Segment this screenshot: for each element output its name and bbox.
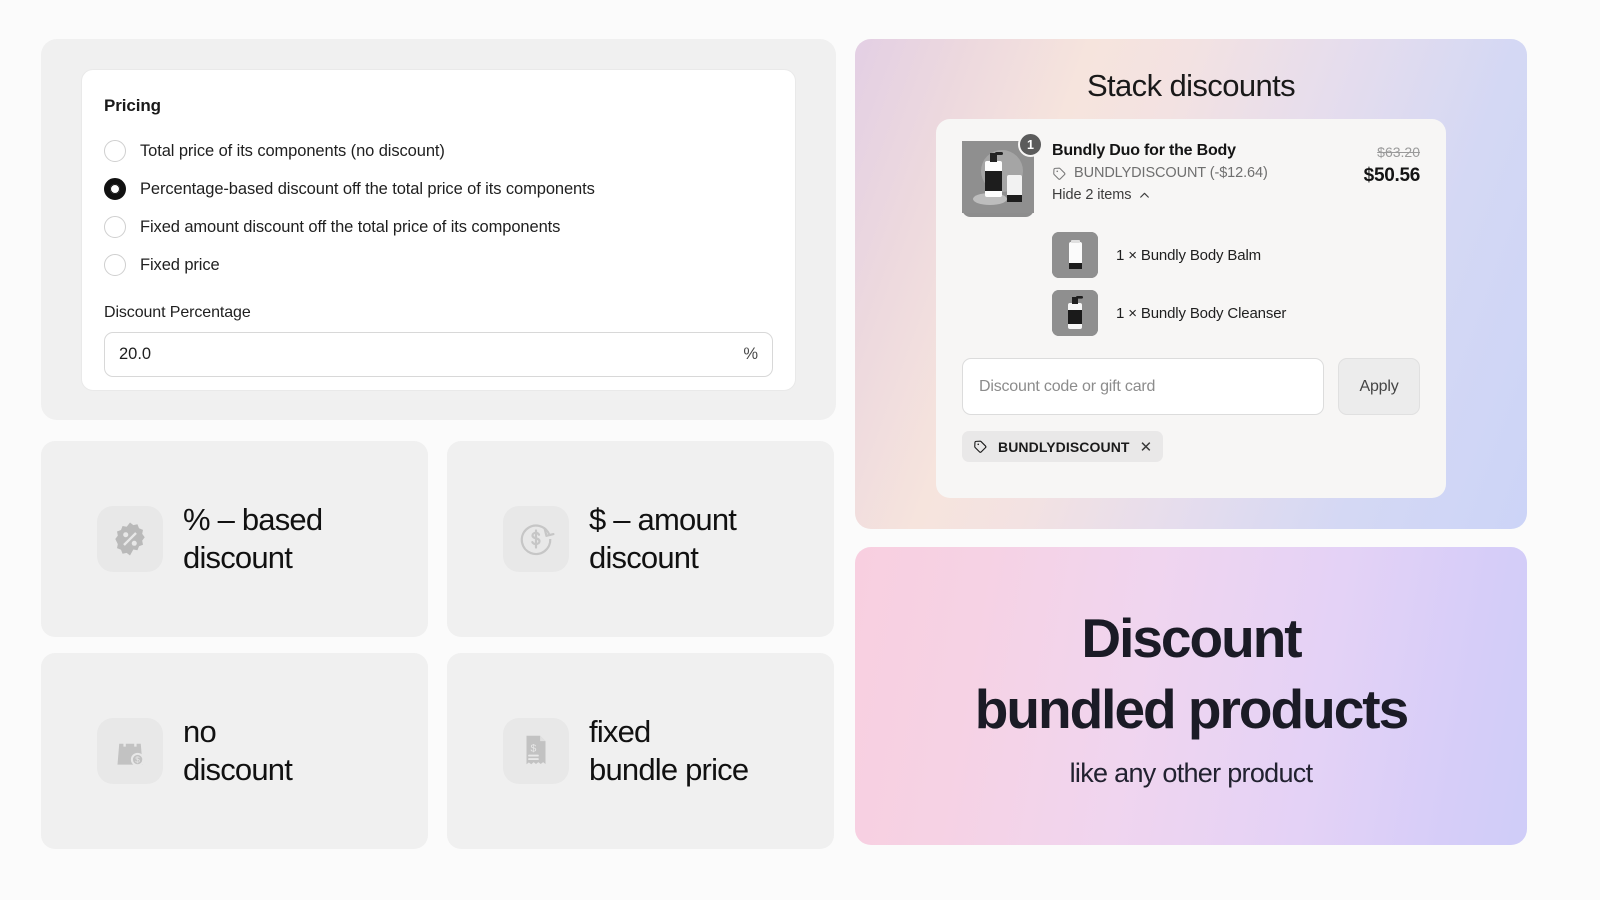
cart-item-info: Bundly Duo for the Body BUNDLYDISCOUNT (… [1052,141,1364,203]
radio-icon-fixed-amount-discount[interactable] [104,216,126,238]
price-discounted: $50.56 [1363,165,1421,186]
percent-suffix: % [743,345,758,363]
shopping-bag-dollar-icon: $ [97,718,163,784]
radio-icon-fixed-price[interactable] [104,254,126,276]
remove-discount-icon[interactable]: ✕ [1140,438,1153,456]
feature-card-amount-discount[interactable]: $ – amount discount [447,441,834,637]
percent-badge-icon [97,506,163,572]
applied-discount-chip-label: BUNDLYDISCOUNT [998,438,1130,455]
sub-item-body-balm: 1 × Bundly Body Balm [1052,232,1420,278]
hide-items-label: Hide 2 items [1052,187,1132,203]
sub-item-body-cleanser: 1 × Bundly Body Cleanser [1052,290,1420,336]
cart-product-name: Bundly Duo for the Body [1052,142,1236,159]
cart-discount-code-row: BUNDLYDISCOUNT (-$12.64) [1052,165,1364,181]
chevron-up-icon [1140,192,1150,198]
radio-label-fixed-amount-discount: Fixed amount discount off the total pric… [140,217,561,236]
screen-root: Pricing Total price of its components (n… [0,0,1600,900]
promo-panel: Discount bundled products like any other… [855,547,1527,845]
radio-option-fixed-price[interactable]: Fixed price [104,246,773,284]
discount-code-input[interactable]: Discount code or gift card [962,358,1324,415]
pricing-card: Pricing Total price of its components (n… [81,69,796,391]
stack-discounts-panel: Stack discounts 1 Bundly Duo for the Bod… [855,39,1527,529]
discount-code-row: Discount code or gift card Apply [962,358,1420,415]
cart-line-item: 1 Bundly Duo for the Body BUNDLYDISCOUNT… [962,132,1421,218]
cart-price-group: $63.20 $50.56 [1363,141,1421,187]
radio-option-fixed-amount-discount[interactable]: Fixed amount discount off the total pric… [104,208,773,246]
sub-item-label-body-cleanser: 1 × Bundly Body Cleanser [1116,304,1287,322]
promo-subheading: like any other product [1069,757,1313,788]
feature-card-percent-based-discount[interactable]: % – based discount [41,441,428,637]
product-thumbnail-wrap: 1 [962,132,1043,218]
promo-heading: Discount bundled products [974,607,1409,740]
discount-code-placeholder: Discount code or gift card [979,377,1156,395]
hide-items-toggle[interactable]: Hide 2 items [1052,187,1364,203]
svg-text:$: $ [531,744,537,755]
receipt-dollar-icon: $ [503,718,569,784]
sub-item-label-body-balm: 1 × Bundly Body Balm [1116,246,1262,264]
discount-percentage-label: Discount Percentage [104,304,251,321]
radio-label-total-price: Total price of its components (no discou… [140,141,445,160]
radio-icon-percentage-discount-selected[interactable] [104,178,126,200]
stack-discounts-title: Stack discounts [1086,68,1296,103]
svg-text:$: $ [135,755,140,764]
discount-percentage-value: 20.0 [119,345,152,363]
radio-option-total-price[interactable]: Total price of its components (no discou… [104,132,773,170]
applied-discount-chip[interactable]: BUNDLYDISCOUNT ✕ [962,431,1164,462]
price-original: $63.20 [1377,144,1420,160]
cart-card: 1 Bundly Duo for the Body BUNDLYDISCOUNT… [936,119,1446,498]
feature-label-fixed-bundle-price: fixed bundle price [589,713,749,787]
tag-icon [1053,167,1066,180]
radio-option-percentage-discount[interactable]: Percentage-based discount off the total … [104,170,773,208]
feature-label-amount-discount: $ – amount discount [589,501,737,575]
thumbnail-body-cleanser [1052,290,1098,336]
radio-icon-total-price[interactable] [104,140,126,162]
discount-percentage-input[interactable]: 20.0 % [104,332,773,377]
quantity-badge: 1 [1018,132,1043,157]
feature-label-percent-based-discount: % – based discount [183,501,323,575]
feature-label-no-discount: no discount [183,713,293,787]
thumbnail-body-balm [1052,232,1098,278]
bundle-sub-items: 1 × Bundly Body Balm 1 × Bundly Body Cle… [1052,232,1420,336]
product-thumbnail-bundly-duo [962,141,1034,217]
feature-card-no-discount[interactable]: $ no discount [41,653,428,849]
dollar-refresh-icon [503,506,569,572]
radio-label-percentage-discount: Percentage-based discount off the total … [140,179,595,198]
apply-button[interactable]: Apply [1338,358,1420,415]
cart-discount-code-text: BUNDLYDISCOUNT (-$12.64) [1074,165,1268,181]
tag-icon-chip [974,440,987,453]
pricing-panel: Pricing Total price of its components (n… [41,39,836,420]
feature-card-fixed-bundle-price[interactable]: $ fixed bundle price [447,653,834,849]
radio-label-fixed-price: Fixed price [140,255,220,274]
pricing-heading: Pricing [104,96,161,115]
